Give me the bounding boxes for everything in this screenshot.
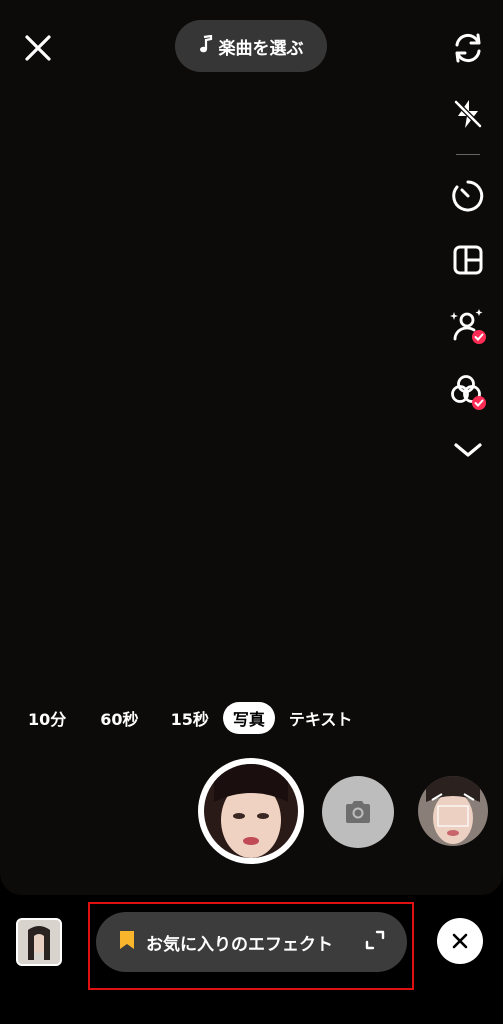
- camera-effect-button[interactable]: [322, 776, 394, 848]
- shutter-button[interactable]: [198, 758, 304, 864]
- mode-15sec[interactable]: 15秒: [161, 702, 219, 734]
- camera-icon: [346, 801, 370, 823]
- enhance-person-icon: [450, 309, 486, 344]
- favorite-effects-label: お気に入りのエフェクト: [146, 934, 333, 955]
- select-music-button[interactable]: 楽曲を選ぶ: [175, 20, 327, 72]
- shutter-effect-preview: [204, 764, 298, 858]
- select-music-label: 楽曲を選ぶ: [218, 38, 304, 59]
- close-icon: [452, 933, 468, 949]
- close-camera-button[interactable]: [20, 30, 56, 66]
- flip-camera-button[interactable]: [448, 28, 488, 68]
- layout-button[interactable]: [448, 240, 488, 280]
- toolbar-divider: [456, 154, 480, 155]
- capture-mode-selector: 10分 60秒 15秒 写真 テキスト: [18, 702, 366, 734]
- bookmark-icon: [118, 929, 136, 956]
- enhance-button[interactable]: [448, 306, 488, 346]
- mode-10min[interactable]: 10分: [18, 702, 76, 734]
- flash-off-icon: [454, 100, 482, 128]
- flash-button[interactable]: [448, 94, 488, 134]
- timer-button[interactable]: [448, 176, 488, 216]
- expand-icon[interactable]: [365, 930, 385, 955]
- close-effects-button[interactable]: [437, 918, 483, 964]
- layout-grid-icon: [453, 245, 483, 275]
- flip-camera-icon: [455, 33, 481, 63]
- close-icon: [25, 35, 51, 61]
- chevron-down-icon: [454, 443, 482, 457]
- filters-icon: [451, 375, 486, 410]
- mode-photo[interactable]: 写真: [222, 702, 275, 734]
- gallery-button[interactable]: [16, 918, 62, 966]
- gallery-thumbnail: [16, 918, 62, 966]
- favorite-effects-button[interactable]: お気に入りのエフェクト: [96, 912, 407, 972]
- more-tools-button[interactable]: [448, 430, 488, 470]
- effect-thumbnail[interactable]: [418, 776, 488, 846]
- timer-icon: [452, 180, 484, 212]
- mode-text[interactable]: テキスト: [279, 702, 363, 734]
- filters-button[interactable]: [448, 372, 488, 412]
- mode-60sec[interactable]: 60秒: [90, 702, 148, 734]
- music-note-icon: [199, 34, 213, 58]
